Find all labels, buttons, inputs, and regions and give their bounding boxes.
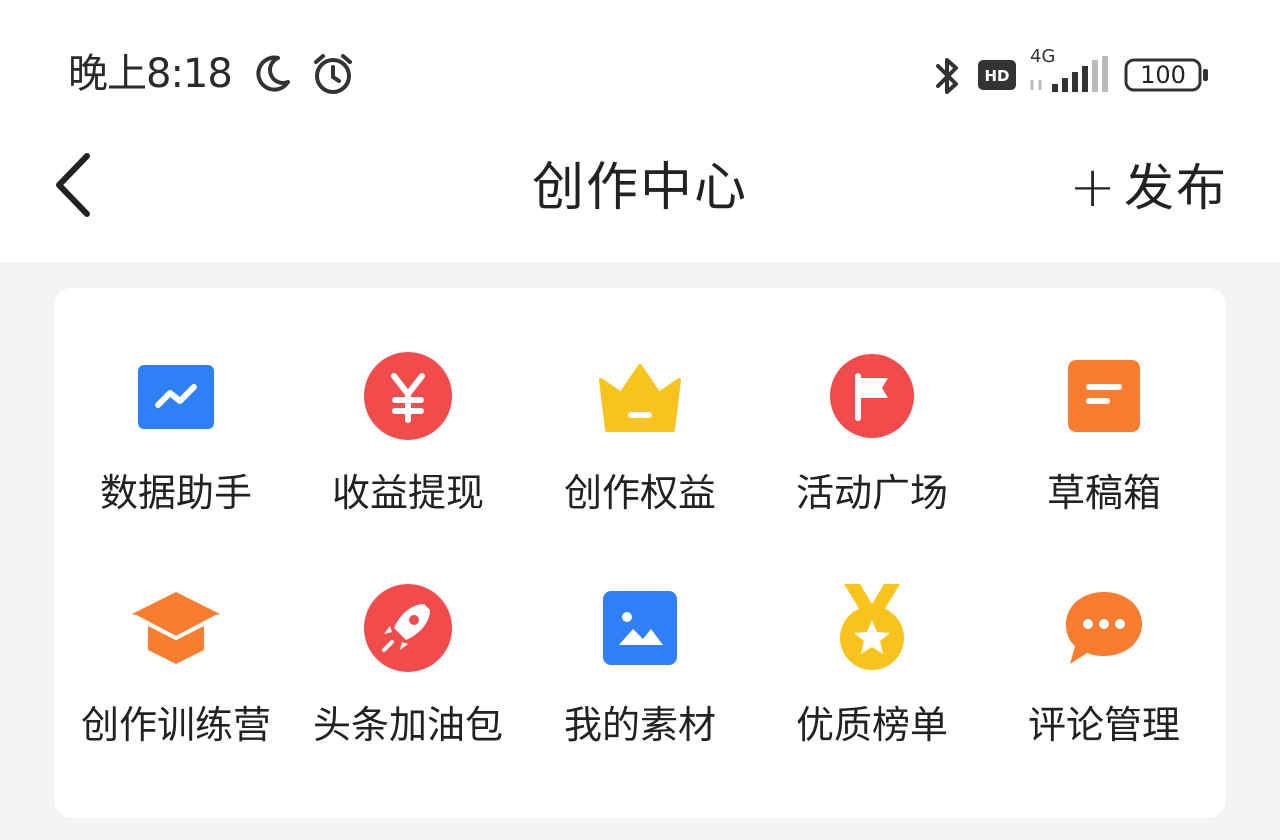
rocket-icon <box>360 580 456 676</box>
hd-icon: HD <box>978 60 1016 94</box>
tool-comment-management[interactable]: 评论管理 <box>988 520 1220 747</box>
data-chart-icon <box>128 348 224 444</box>
svg-text:HD: HD <box>984 67 1009 85</box>
battery-icon: 100 <box>1124 58 1210 92</box>
creator-tools-card: 数据助手 收益提现 创作权益 活动广场 草稿箱 创作训练营 头条加油包 我的素材… <box>54 288 1226 818</box>
plus-icon: + <box>1069 155 1116 220</box>
tool-label: 评论管理 <box>1027 703 1180 747</box>
tool-data-assistant[interactable]: 数据助手 <box>60 288 292 515</box>
graduation-cap-icon <box>128 580 224 676</box>
tool-label: 草稿箱 <box>1046 471 1161 515</box>
tool-headline-boost-pack[interactable]: 头条加油包 <box>292 520 524 747</box>
signal-icon: 4G <box>1026 46 1112 100</box>
image-gallery-icon <box>592 580 688 676</box>
publish-label: 发布 <box>1124 159 1228 217</box>
status-time: 晚上8:18 <box>68 51 233 97</box>
tool-my-materials[interactable]: 我的素材 <box>524 520 756 747</box>
tool-label: 数据助手 <box>99 471 252 515</box>
header-area: 晚上8:18 HD 4G 100 创作中心 + 发布 <box>0 0 1280 262</box>
publish-button[interactable]: + 发布 <box>1069 152 1228 224</box>
bluetooth-icon <box>930 54 966 102</box>
tool-label: 我的素材 <box>563 703 716 747</box>
battery-level: 100 <box>1140 61 1186 89</box>
tool-earnings-withdraw[interactable]: 收益提现 <box>292 288 524 515</box>
tool-label: 优质榜单 <box>795 703 948 747</box>
tool-label: 活动广场 <box>795 471 948 515</box>
back-button[interactable] <box>38 140 108 230</box>
chevron-left-icon <box>56 153 90 217</box>
tool-label: 创作权益 <box>563 471 716 515</box>
page-title: 创作中心 <box>531 158 748 218</box>
creator-tools-grid: 数据助手 收益提现 创作权益 活动广场 草稿箱 创作训练营 头条加油包 我的素材… <box>54 288 1226 818</box>
star-medal-icon <box>824 580 920 676</box>
alarm-icon <box>308 50 358 102</box>
crown-icon <box>592 348 688 444</box>
tool-quality-rankings[interactable]: 优质榜单 <box>756 520 988 747</box>
comment-bubble-icon <box>1056 580 1152 676</box>
tool-label: 创作训练营 <box>80 703 271 747</box>
tool-activity-square[interactable]: 活动广场 <box>756 288 988 515</box>
network-label: 4G <box>1030 46 1056 67</box>
flag-icon <box>824 348 920 444</box>
draft-note-icon <box>1056 348 1152 444</box>
tool-creator-training-camp[interactable]: 创作训练营 <box>60 520 292 747</box>
tool-creator-benefits[interactable]: 创作权益 <box>524 288 756 515</box>
yuan-coin-icon <box>360 348 456 444</box>
tool-label: 头条加油包 <box>312 703 503 747</box>
tool-label: 收益提现 <box>331 471 484 515</box>
tool-drafts[interactable]: 草稿箱 <box>988 288 1220 515</box>
moon-icon <box>250 52 294 100</box>
